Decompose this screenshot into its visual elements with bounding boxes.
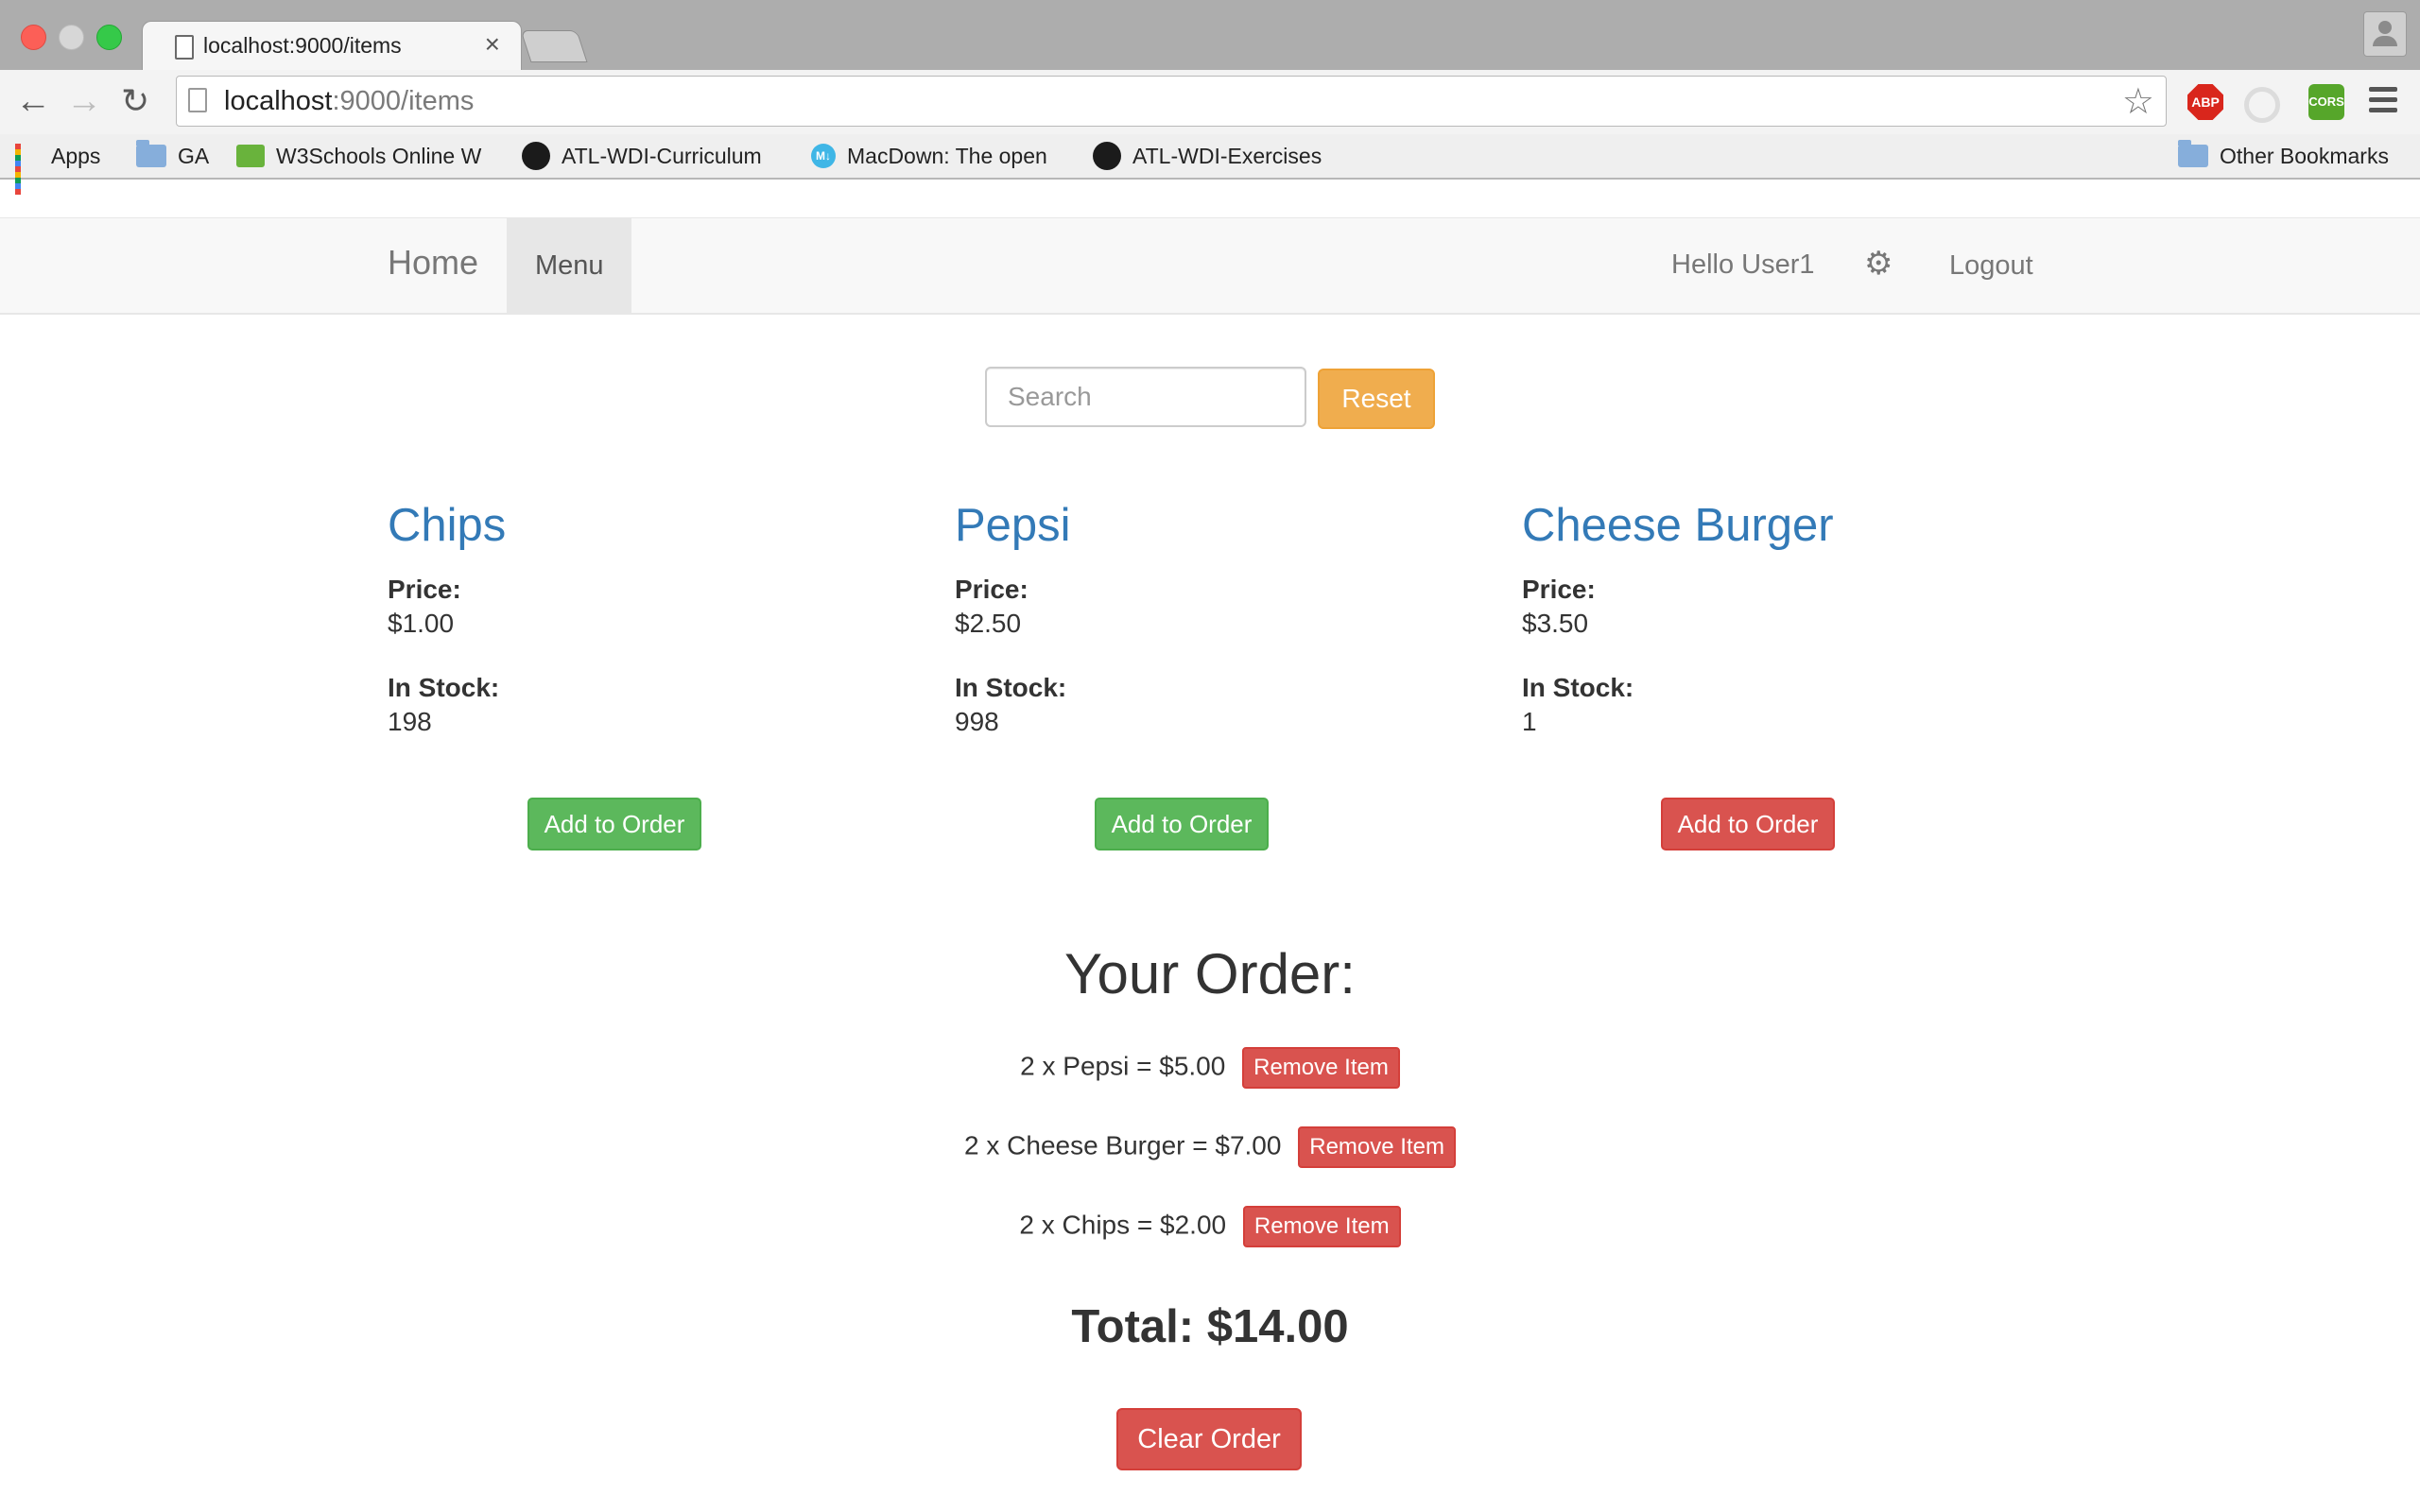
stock-value: 998 [955,707,999,736]
order-line-text: 2 x Pepsi = $5.00 [1020,1051,1226,1081]
github-icon [1093,142,1121,170]
window-minimize-button[interactable] [59,25,84,50]
stock-label: In Stock: [1522,673,1634,702]
reset-button[interactable]: Reset [1318,369,1435,429]
price-value: $2.50 [955,609,1022,638]
price-label: Price: [1522,575,1596,604]
site-navbar: Home Menu Hello User1 ⚙ Logout [0,217,2420,315]
tab-close-icon[interactable]: × [485,29,500,60]
order-line-item: 2 x Chips = $2.00 Remove Item [0,1206,2420,1247]
menu-item-card: Cheese Burger Price: $3.50 In Stock: 1 [1522,497,1900,736]
person-icon [2378,21,2392,34]
bookmark-atl-wdi-exercises[interactable]: ATL-WDI-Exercises [1093,141,1322,171]
order-total: Total: $14.00 [1071,1301,1349,1352]
github-icon [522,142,550,170]
browser-tab-active[interactable]: localhost:9000/items × [142,21,522,71]
sync-extension-icon[interactable] [2244,87,2280,123]
add-to-order-button[interactable]: Add to Order [527,798,701,850]
bookmark-star-icon[interactable]: ☆ [2122,80,2154,123]
bookmark-other-bookmarks[interactable]: Other Bookmarks [2178,140,2389,171]
add-to-order-button[interactable]: Add to Order [1095,798,1269,850]
order-line-item: 2 x Pepsi = $5.00 Remove Item [0,1047,2420,1089]
order-line-item: 2 x Cheese Burger = $7.00 Remove Item [0,1126,2420,1168]
stock-label: In Stock: [955,673,1067,702]
item-name: Cheese Burger [1522,500,1834,551]
reload-icon[interactable]: ↻ [121,83,149,119]
order-heading: Your Order: [1064,942,1356,1005]
browser-toolbar: ← → ↻ localhost:9000/items ☆ ABP CORS [0,70,2420,134]
window-maximize-button[interactable] [96,25,122,50]
profile-button[interactable] [2363,11,2407,57]
adblock-extension-icon[interactable]: ABP [2187,84,2223,120]
add-to-order-button[interactable]: Add to Order [1661,798,1835,850]
bookmark-macdown[interactable]: M↓ MacDown: The open [811,141,1047,171]
url-text: localhost:9000/items [224,86,475,116]
item-name: Pepsi [955,500,1071,551]
menu-item-card: Pepsi Price: $2.50 In Stock: 998 [955,497,1333,736]
browser-chrome: localhost:9000/items × ← → ↻ localhost:9… [0,0,2420,195]
bookmark-apps[interactable]: Apps [15,141,100,195]
folder-icon [2178,140,2208,167]
price-value: $3.50 [1522,609,1589,638]
clear-order-button[interactable]: Clear Order [1116,1408,1302,1470]
menu-item-card: Chips Price: $1.00 In Stock: 198 [388,497,766,736]
forward-arrow-icon[interactable]: → [66,83,102,119]
nav-home-link[interactable]: Home [388,243,478,283]
tab-strip: localhost:9000/items × [0,0,2420,71]
user-greeting: Hello User1 [1671,249,1815,280]
logout-link[interactable]: Logout [1949,250,2033,282]
price-value: $1.00 [388,609,455,638]
address-bar[interactable]: localhost:9000/items ☆ [176,76,2167,127]
window-close-button[interactable] [21,25,46,50]
settings-gear-icon[interactable]: ⚙ [1864,245,1893,283]
page-icon [188,88,207,112]
apps-grid-icon [15,144,40,195]
remove-item-button[interactable]: Remove Item [1242,1047,1400,1089]
new-tab-button[interactable] [520,30,588,62]
search-input[interactable] [985,367,1306,427]
order-line-text: 2 x Cheese Burger = $7.00 [964,1130,1282,1160]
price-label: Price: [955,575,1028,604]
bookmarks-bar: Apps GA W3Schools Online W ATL-WDI-Curri… [0,134,2420,195]
folder-icon [136,140,166,167]
price-label: Price: [388,575,461,604]
browser-menu-icon[interactable] [2369,87,2397,118]
bookmark-atl-wdi-curriculum[interactable]: ATL-WDI-Curriculum [522,141,762,171]
w3schools-icon [236,145,265,167]
order-line-text: 2 x Chips = $2.00 [1019,1210,1227,1240]
back-arrow-icon[interactable]: ← [15,83,51,119]
bookmark-w3schools[interactable]: W3Schools Online W [236,141,481,171]
tab-title: localhost:9000/items [203,33,402,58]
cors-extension-icon[interactable]: CORS [2308,84,2344,120]
nav-menu-label: Menu [535,250,604,281]
macdown-icon: M↓ [811,144,836,168]
page-icon [175,35,194,60]
remove-item-button[interactable]: Remove Item [1298,1126,1456,1168]
remove-item-button[interactable]: Remove Item [1242,1206,1401,1247]
stock-value: 1 [1522,707,1537,736]
nav-menu-link[interactable]: Menu [507,218,631,313]
stock-value: 198 [388,707,432,736]
stock-label: In Stock: [388,673,500,702]
item-name: Chips [388,500,507,551]
bookmark-ga[interactable]: GA [136,140,209,171]
